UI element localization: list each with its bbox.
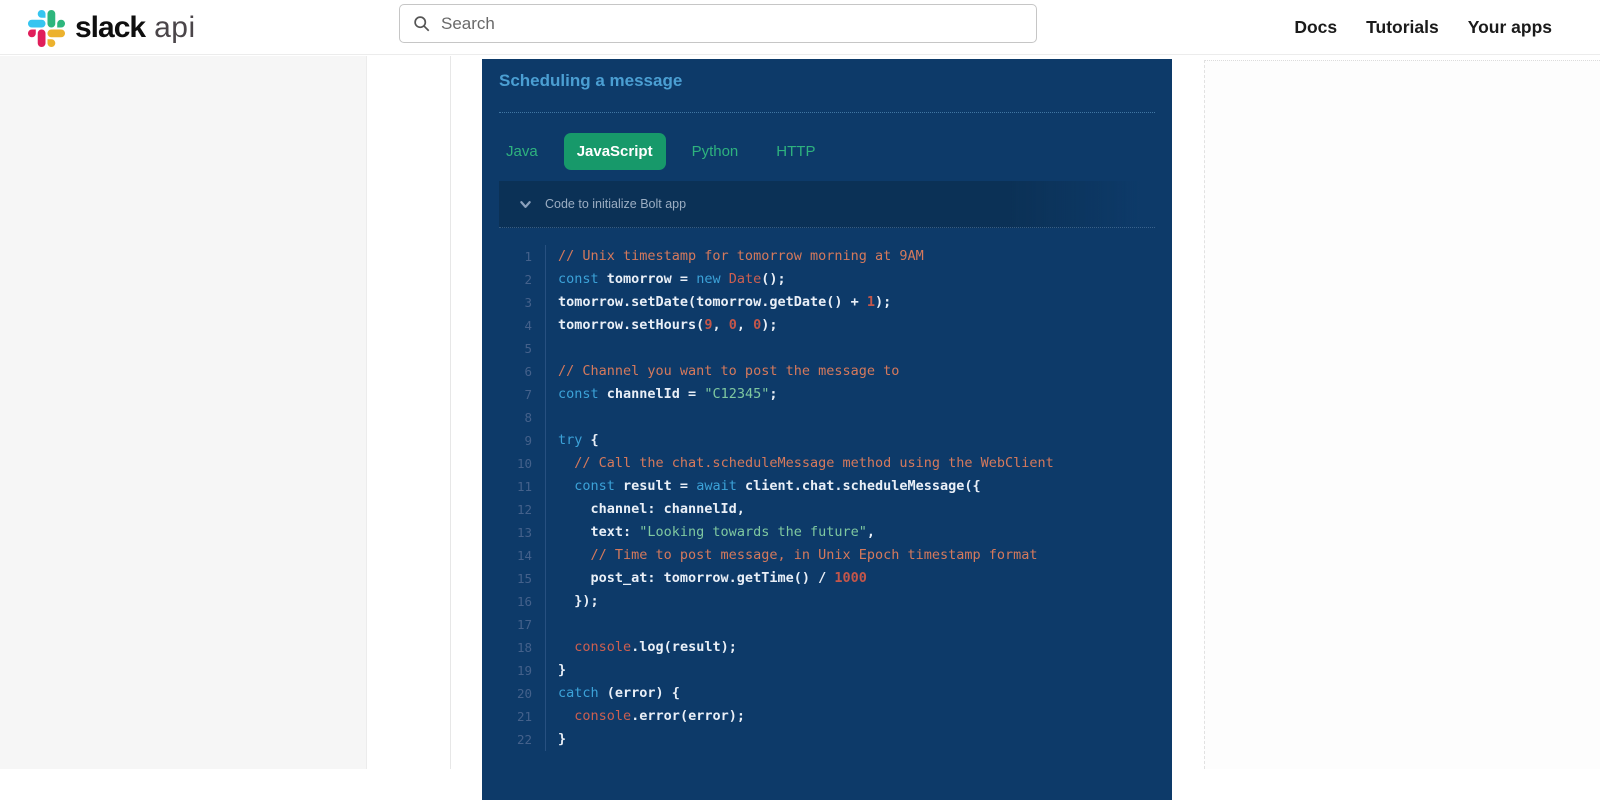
- line-number: 9: [482, 429, 546, 452]
- code-line: 7const channelId = "C12345";: [482, 383, 1172, 406]
- tab-python[interactable]: Python: [680, 133, 751, 170]
- chevron-down-icon: [519, 198, 532, 211]
- code-text: channel: channelId,: [546, 498, 745, 521]
- nav-link-your-apps[interactable]: Your apps: [1468, 17, 1552, 38]
- code-text: tomorrow.setDate(tomorrow.getDate() + 1)…: [546, 291, 891, 314]
- code-line: 20catch (error) {: [482, 682, 1172, 705]
- code-text: // Channel you want to post the message …: [546, 360, 899, 383]
- line-number: 4: [482, 314, 546, 337]
- code-line: 4tomorrow.setHours(9, 0, 0);: [482, 314, 1172, 337]
- tab-java[interactable]: Java: [494, 133, 550, 170]
- code-text: const result = await client.chat.schedul…: [546, 475, 981, 498]
- line-number: 13: [482, 521, 546, 544]
- collapsible-label: Code to initialize Bolt app: [545, 197, 686, 211]
- code-text: console.error(error);: [546, 705, 745, 728]
- code-line: 6// Channel you want to post the message…: [482, 360, 1172, 383]
- header-nav: Docs Tutorials Your apps: [1294, 0, 1552, 55]
- line-number: 15: [482, 567, 546, 590]
- line-number: 1: [482, 245, 546, 268]
- code-text: tomorrow.setHours(9, 0, 0);: [546, 314, 778, 337]
- code-text: try {: [546, 429, 599, 452]
- code-line: 16 });: [482, 590, 1172, 613]
- code-line: 3tomorrow.setDate(tomorrow.getDate() + 1…: [482, 291, 1172, 314]
- line-number: 20: [482, 682, 546, 705]
- code-line: 10 // Call the chat.scheduleMessage meth…: [482, 452, 1172, 475]
- code-block: 1// Unix timestamp for tomorrow morning …: [482, 245, 1172, 751]
- collapsible-section-header[interactable]: Code to initialize Bolt app: [499, 181, 1155, 228]
- line-number: 3: [482, 291, 546, 314]
- slack-api-logo[interactable]: slack api: [28, 8, 196, 48]
- search-icon: [413, 15, 430, 32]
- code-line: 19}: [482, 659, 1172, 682]
- line-number: 12: [482, 498, 546, 521]
- code-text: const channelId = "C12345";: [546, 383, 777, 406]
- code-text: // Call the chat.scheduleMessage method …: [546, 452, 1054, 475]
- line-number: 11: [482, 475, 546, 498]
- line-number: 19: [482, 659, 546, 682]
- code-line: 15 post_at: tomorrow.getTime() / 1000: [482, 567, 1172, 590]
- code-text: // Time to post message, in Unix Epoch t…: [546, 544, 1038, 567]
- code-line: 13 text: "Looking towards the future",: [482, 521, 1172, 544]
- code-text: post_at: tomorrow.getTime() / 1000: [546, 567, 867, 590]
- slack-logo-icon: [28, 10, 65, 47]
- line-number: 14: [482, 544, 546, 567]
- code-line: 11 const result = await client.chat.sche…: [482, 475, 1172, 498]
- top-header: slack api Docs Tutorials Your apps: [0, 0, 1600, 55]
- code-text: text: "Looking towards the future",: [546, 521, 875, 544]
- line-number: 2: [482, 268, 546, 291]
- line-number: 17: [482, 613, 546, 636]
- line-number: 5: [482, 337, 546, 360]
- code-example-panel: Scheduling a message Java JavaScript Pytho…: [482, 59, 1172, 800]
- tab-http[interactable]: HTTP: [764, 133, 827, 170]
- search-box: [399, 4, 1037, 43]
- code-line: 12 channel: channelId,: [482, 498, 1172, 521]
- panel-head: Scheduling a message: [482, 59, 1172, 113]
- search-input[interactable]: [441, 14, 1023, 34]
- code-text: [546, 613, 558, 636]
- panel-separator: [499, 112, 1155, 113]
- code-text: // Unix timestamp for tomorrow morning a…: [546, 245, 924, 268]
- code-line: 5: [482, 337, 1172, 360]
- tab-javascript[interactable]: JavaScript: [564, 133, 666, 170]
- line-number: 22: [482, 728, 546, 751]
- code-line: 17: [482, 613, 1172, 636]
- code-text: [546, 406, 558, 429]
- brand-slack-text: slack: [75, 11, 145, 45]
- code-line: 18 console.log(result);: [482, 636, 1172, 659]
- code-text: }: [546, 659, 566, 682]
- code-text: const tomorrow = new Date();: [546, 268, 786, 291]
- content-divider-line: [450, 56, 451, 769]
- code-text: });: [546, 590, 599, 613]
- code-text: [546, 337, 558, 360]
- code-text: console.log(result);: [546, 636, 737, 659]
- code-line: 8: [482, 406, 1172, 429]
- line-number: 10: [482, 452, 546, 475]
- brand-api-text: api: [154, 11, 196, 45]
- nav-link-tutorials[interactable]: Tutorials: [1366, 17, 1439, 38]
- language-tabs: Java JavaScript Python HTTP: [494, 133, 1155, 170]
- code-line: 9try {: [482, 429, 1172, 452]
- code-text: }: [546, 728, 566, 751]
- right-rail: [1204, 60, 1600, 769]
- panel-title: Scheduling a message: [499, 71, 1155, 91]
- code-line: 22}: [482, 728, 1172, 751]
- line-number: 21: [482, 705, 546, 728]
- sidebar: [0, 56, 367, 769]
- code-line: 1// Unix timestamp for tomorrow morning …: [482, 245, 1172, 268]
- line-number: 18: [482, 636, 546, 659]
- code-line: 14 // Time to post message, in Unix Epoc…: [482, 544, 1172, 567]
- line-number: 8: [482, 406, 546, 429]
- line-number: 6: [482, 360, 546, 383]
- nav-link-docs[interactable]: Docs: [1294, 17, 1337, 38]
- code-text: catch (error) {: [546, 682, 680, 705]
- code-line: 21 console.error(error);: [482, 705, 1172, 728]
- line-number: 16: [482, 590, 546, 613]
- line-number: 7: [482, 383, 546, 406]
- code-line: 2const tomorrow = new Date();: [482, 268, 1172, 291]
